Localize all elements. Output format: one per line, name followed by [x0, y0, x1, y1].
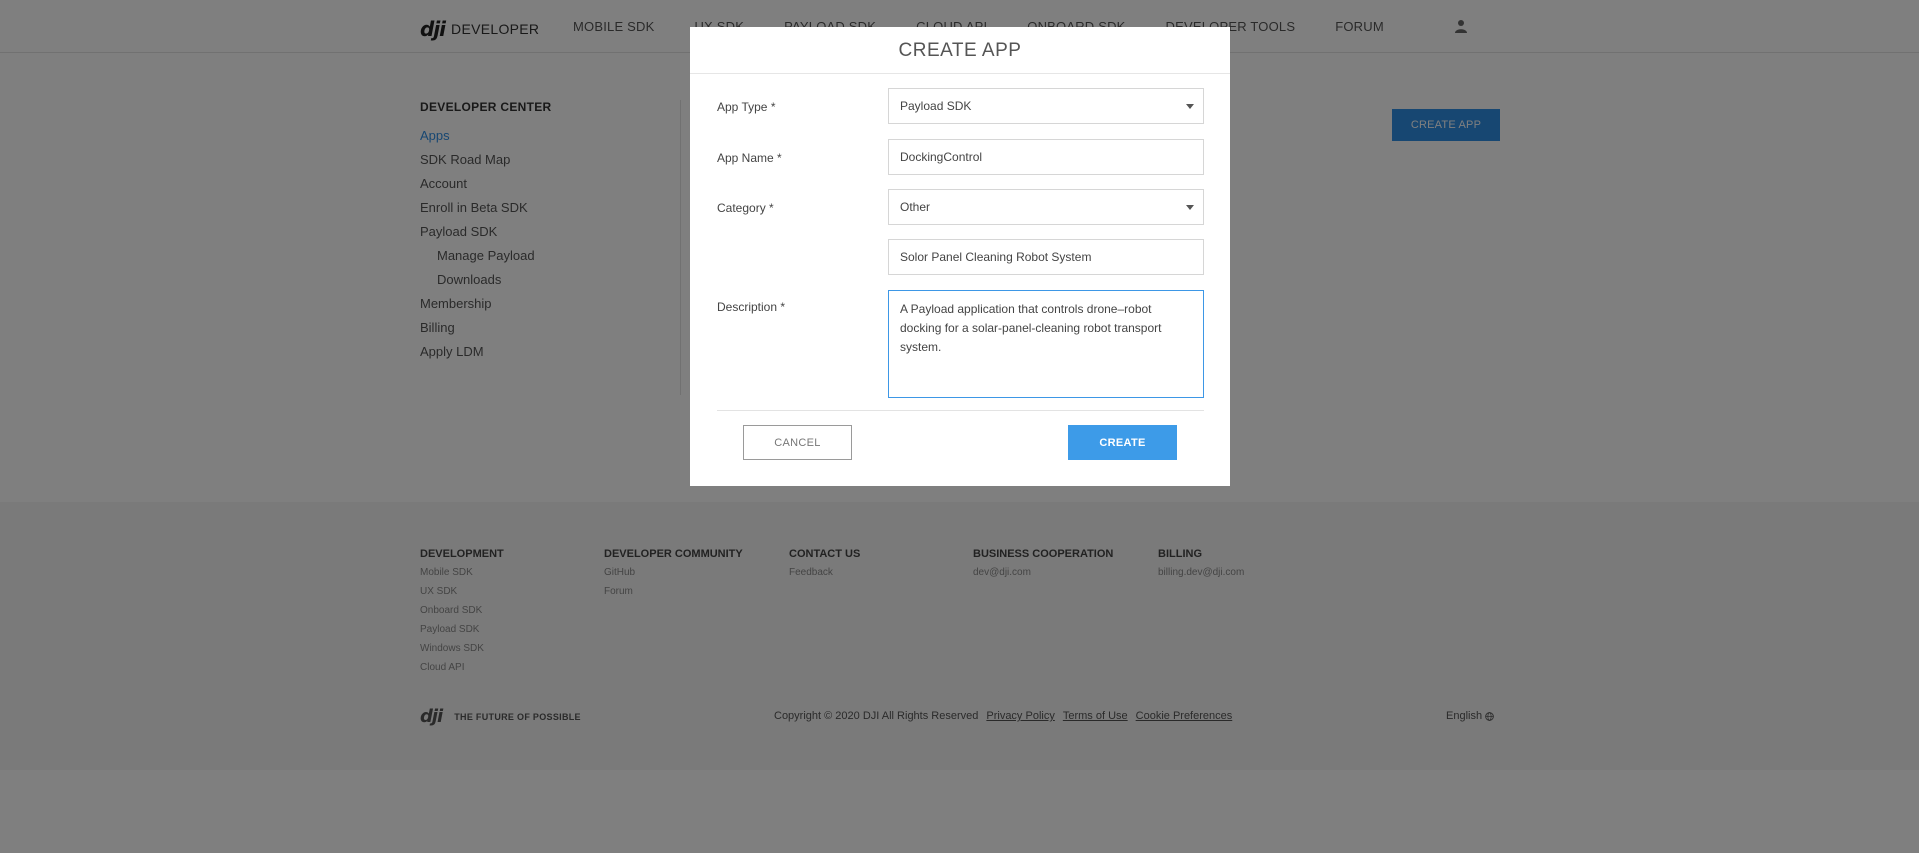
create-button[interactable]: CREATE [1068, 425, 1177, 460]
other-category-input[interactable] [888, 239, 1204, 275]
caret-down-icon [1186, 205, 1194, 210]
description-textarea[interactable]: A Payload application that controls dron… [888, 290, 1204, 398]
category-select[interactable]: Other [888, 189, 1204, 225]
category-value: Other [900, 200, 931, 214]
category-label: Category * [717, 201, 774, 215]
cancel-button[interactable]: CANCEL [743, 425, 852, 460]
modal-title: CREATE APP [690, 27, 1230, 74]
modal-divider [717, 410, 1204, 411]
caret-down-icon [1186, 104, 1194, 109]
create-app-modal: CREATE APP App Type * Payload SDK App Na… [690, 27, 1230, 486]
description-label: Description * [717, 300, 786, 314]
app-type-value: Payload SDK [900, 99, 972, 113]
app-type-label: App Type * [717, 100, 776, 114]
app-name-input[interactable] [888, 139, 1204, 175]
app-type-select[interactable]: Payload SDK [888, 88, 1204, 124]
app-name-label: App Name * [717, 151, 782, 165]
